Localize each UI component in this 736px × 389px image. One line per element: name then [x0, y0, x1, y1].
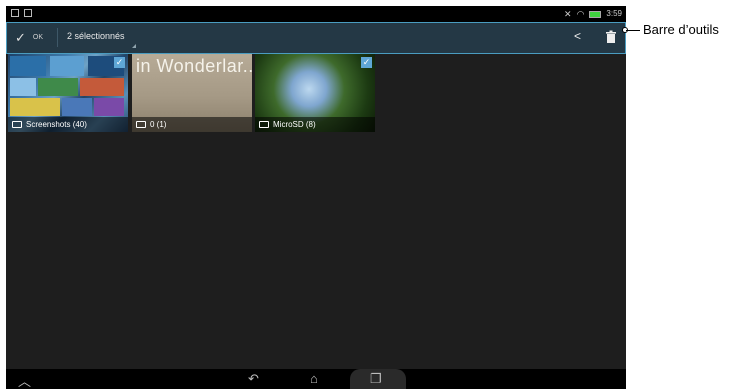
up-icon[interactable]: ︿ [18, 371, 31, 389]
trash-icon[interactable] [605, 30, 617, 44]
dropdown-indicator-icon [132, 44, 136, 48]
album-tile[interactable]: ✓ Screenshots (40) [8, 54, 128, 132]
screenshot-icon [24, 9, 32, 17]
album-tile[interactable]: ✓ MicroSD (8) [255, 54, 375, 132]
callout-line [626, 30, 640, 31]
divider [57, 28, 58, 47]
clock: 3:59 [606, 9, 622, 18]
selected-check-icon[interactable]: ✓ [361, 57, 372, 68]
notification-icon [11, 9, 19, 17]
album-thumbnail-text: in Wonderlar.. [136, 56, 252, 76]
share-icon[interactable]: < [574, 29, 581, 43]
album-tile[interactable]: in Wonderlar.. 0 (1) [132, 54, 252, 132]
folder-icon [12, 121, 22, 128]
mute-icon: ✕ [564, 9, 572, 19]
album-caption: 0 (1) [132, 117, 252, 132]
folder-icon [136, 121, 146, 128]
album-label: 0 (1) [150, 120, 167, 129]
navigation-bar: ︿ ↶ ⌂ ❐ [6, 369, 626, 389]
album-caption: Screenshots (40) [8, 117, 128, 132]
recent-apps-icon[interactable]: ❐ [370, 371, 382, 387]
toolbar-callout-label: Barre d’outils [643, 22, 719, 37]
wifi-icon: ◠ [576, 9, 585, 19]
album-label: MicroSD (8) [273, 120, 316, 129]
back-icon[interactable]: ↶ [248, 371, 259, 387]
album-caption: MicroSD (8) [255, 117, 375, 132]
album-label: Screenshots (40) [26, 120, 87, 129]
folder-icon [259, 121, 269, 128]
ok-label: OK [32, 34, 44, 41]
album-thumbnail [10, 56, 124, 116]
selection-count-dropdown[interactable]: 2 sélectionnés [67, 31, 125, 41]
battery-icon [589, 10, 602, 18]
home-icon[interactable]: ⌂ [310, 371, 318, 386]
checkmark-icon: ✓ [15, 29, 26, 45]
selected-check-icon[interactable]: ✓ [114, 57, 125, 68]
status-bar: ✕ ◠ 3:59 [6, 6, 626, 22]
action-bar: ✓ OK 2 sélectionnés < [6, 22, 626, 54]
tablet-screen: ✕ ◠ 3:59 ✓ OK 2 sélectionnés < ✓ Screens… [6, 6, 626, 389]
ok-button[interactable]: ✓ OK [15, 23, 43, 52]
